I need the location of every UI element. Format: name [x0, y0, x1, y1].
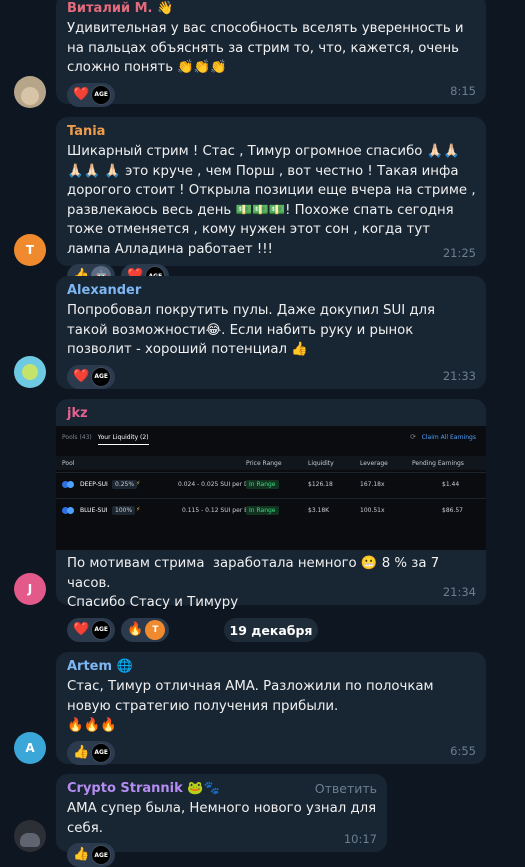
message-text: Шикарный стрим ! Стас , Тимур огромное с…: [67, 144, 480, 257]
reactor-avatar: T: [145, 619, 166, 640]
message-bubble[interactable]: Artem 🌐 Стас, Тимур отличная AMA. Разлож…: [56, 652, 486, 765]
message-time: 6:55: [450, 744, 476, 758]
user-avatar[interactable]: [14, 820, 46, 852]
reply-button[interactable]: Ответить: [315, 781, 377, 796]
user-avatar[interactable]: A: [14, 732, 46, 764]
tab-your-liquidity: Your Liquidity (2): [97, 434, 149, 445]
message-time: 8:15: [450, 84, 476, 98]
message-time: 21:34: [442, 585, 476, 599]
message-author[interactable]: Tania: [67, 123, 476, 140]
message-author[interactable]: Alexander: [67, 282, 476, 299]
message-bubble[interactable]: jkz Pools (43) Your Liquidity (2) ⟳ Clai…: [56, 399, 486, 642]
message-bubble[interactable]: Tania Шикарный стрим ! Стас , Тимур огро…: [56, 117, 486, 288]
message-author[interactable]: Artem 🌐: [67, 658, 476, 675]
user-avatar[interactable]: T: [14, 234, 46, 266]
message-text: АМА супер была, Немного нового узнал для…: [67, 801, 381, 836]
message-time: 21:25: [442, 246, 476, 260]
reactions-bar: 👍 AGE: [67, 740, 476, 765]
message-bubble[interactable]: Crypto Strannik 🐸🐾 Ответить АМА супер бы…: [56, 774, 387, 867]
reactor-avatar: AGE: [91, 845, 112, 865]
message-text: Удивительная у вас способность вселять у…: [67, 21, 468, 75]
reaction-heart[interactable]: ❤️AGE: [67, 82, 116, 107]
message-bubble[interactable]: Alexander Попробовал покрутить пулы. Даж…: [56, 276, 486, 389]
claim-all-link: Claim All Earnings: [421, 434, 476, 441]
message-text: Стас, Тимур отличная AMA. Разложили по п…: [67, 679, 434, 733]
reaction-fire[interactable]: 🔥 T: [121, 617, 170, 642]
reactor-avatar: AGE: [91, 619, 112, 640]
reaction-thumbs-up[interactable]: 👍 AGE: [67, 843, 116, 867]
reactor-avatar: AGE: [91, 84, 112, 105]
user-avatar[interactable]: [14, 356, 46, 388]
reactions-bar: ❤️ AGE: [67, 82, 476, 107]
reactions-bar: 👍 AGE: [67, 843, 377, 867]
message-bubble[interactable]: Виталий М. 👋 Удивительная у вас способно…: [56, 0, 486, 107]
user-avatar[interactable]: [14, 76, 46, 108]
reaction-heart[interactable]: ❤️AGE: [67, 617, 116, 642]
date-separator: 19 декабря: [224, 618, 318, 642]
reactor-avatar: AGE: [91, 366, 112, 387]
table-header: Pool Price Range Liquidity Leverage Pend…: [56, 456, 486, 470]
message-text: По мотивам стрима заработала немного 😬 8…: [67, 556, 440, 610]
refresh-icon: ⟳: [410, 433, 416, 441]
table-row: DEEP-SUI 0.25% ⚡ 0.024 - 0.025 SUI per D…: [56, 472, 486, 499]
message-author[interactable]: Виталий М. 👋: [67, 0, 476, 17]
message-author[interactable]: jkz: [67, 405, 476, 422]
reactions-bar: ❤️ AGE: [67, 364, 476, 389]
table-row: BLUE-SUI 100% ⚡ 0.115 - 0.12 SUI per BLU…: [56, 498, 486, 525]
message-time: 10:17: [343, 832, 377, 846]
liquidity-tabs: Pools (43) Your Liquidity (2): [62, 434, 149, 445]
tab-pools: Pools (43): [62, 434, 92, 441]
embedded-screenshot[interactable]: Pools (43) Your Liquidity (2) ⟳ Claim Al…: [56, 426, 486, 550]
message-text: Попробовал покрутить пулы. Даже докупил …: [67, 303, 440, 357]
reaction-heart[interactable]: ❤️AGE: [67, 364, 116, 389]
user-avatar[interactable]: J: [14, 573, 46, 605]
message-time: 21:33: [442, 369, 476, 383]
reactor-avatar: AGE: [91, 742, 112, 763]
reaction-thumbs-up[interactable]: 👍 AGE: [67, 740, 116, 765]
